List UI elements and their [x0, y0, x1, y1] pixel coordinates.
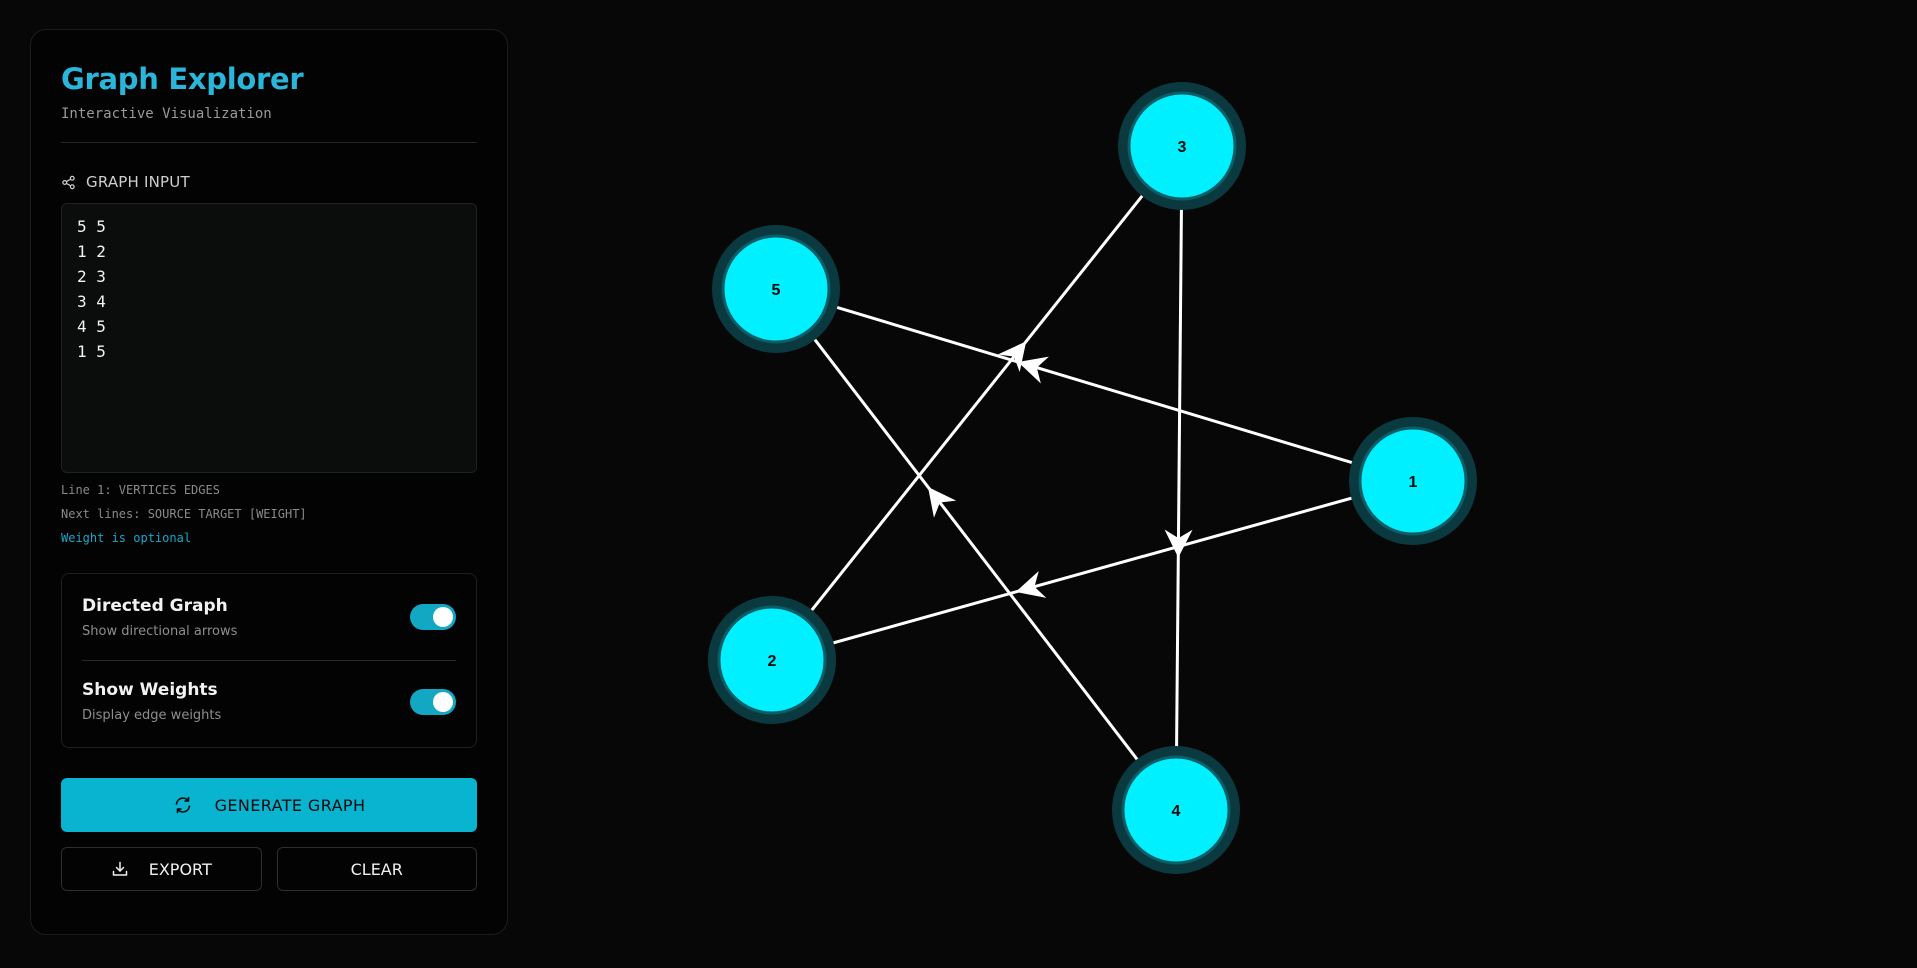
node-2[interactable]: 2	[708, 596, 836, 724]
edge-1-2[interactable]	[822, 493, 1363, 648]
edge-1-5[interactable]	[826, 302, 1363, 468]
share-icon	[62, 175, 75, 189]
graph-input-label: GRAPH INPUT	[86, 173, 190, 191]
nodes-layer: 1 2 3 4 5	[708, 82, 1477, 874]
graph-input-header: GRAPH INPUT	[61, 173, 477, 191]
edges-layer	[803, 186, 1363, 769]
node-label: 5	[772, 282, 781, 299]
input-line: 2 3	[77, 267, 106, 286]
node-5[interactable]: 5	[712, 225, 840, 353]
show-weights-desc: Display edge weights	[82, 708, 222, 723]
export-button[interactable]: EXPORT	[61, 847, 262, 891]
directed-graph-desc: Show directional arrows	[82, 623, 238, 639]
toggle-knob	[433, 691, 453, 712]
generate-graph-button[interactable]: GENERATE GRAPH	[61, 778, 477, 832]
download-icon	[112, 861, 127, 876]
show-weights-toggle[interactable]	[410, 688, 456, 715]
arrowhead-4-5	[928, 486, 957, 518]
directed-graph-title: Directed Graph	[82, 595, 228, 616]
edge-3-4[interactable]	[1174, 198, 1184, 758]
node-3[interactable]: 3	[1118, 82, 1246, 210]
app-subtitle: Interactive Visualization	[61, 106, 272, 122]
toggle-knob	[433, 607, 453, 627]
divider	[61, 142, 477, 143]
clear-button[interactable]: CLEAR	[276, 847, 477, 891]
export-label: EXPORT	[148, 859, 212, 879]
input-line: 1 5	[77, 342, 106, 361]
input-line: 1 2	[77, 242, 106, 261]
clear-label: CLEAR	[350, 859, 403, 879]
input-line: 5 5	[77, 217, 106, 236]
refresh-icon	[175, 796, 190, 814]
hint-line-2: Next lines: SOURCE TARGET [WEIGHT]	[61, 507, 307, 521]
node-label: 3	[1178, 139, 1187, 156]
node-1[interactable]: 1	[1349, 417, 1477, 545]
directed-graph-option: Directed Graph Show directional arrows	[82, 574, 456, 660]
hint-weight-optional: Weight is optional	[61, 531, 192, 545]
control-panel: Graph Explorer Interactive Visualization…	[30, 29, 508, 935]
node-label: 1	[1409, 474, 1418, 491]
show-weights-option: Show Weights Display edge weights	[82, 660, 456, 742]
graph-input-textarea[interactable]: 5 5 1 2 2 3 3 4 4 5 1 5	[61, 203, 477, 473]
input-line: 4 5	[77, 317, 106, 336]
edge-2-3[interactable]	[803, 186, 1151, 620]
node-4[interactable]: 4	[1112, 746, 1240, 874]
node-label: 2	[768, 653, 777, 670]
hint-line-1: Line 1: VERTICES EDGES	[61, 483, 220, 497]
directed-graph-toggle[interactable]	[410, 604, 456, 630]
generate-graph-label: GENERATE GRAPH	[214, 795, 366, 815]
show-weights-title: Show Weights	[82, 680, 218, 700]
input-line: 3 4	[77, 292, 106, 311]
node-label: 4	[1172, 803, 1181, 820]
app-title: Graph Explorer	[61, 62, 304, 96]
options-card: Directed Graph Show directional arrows S…	[61, 573, 477, 748]
secondary-actions: EXPORT CLEAR	[61, 847, 477, 891]
